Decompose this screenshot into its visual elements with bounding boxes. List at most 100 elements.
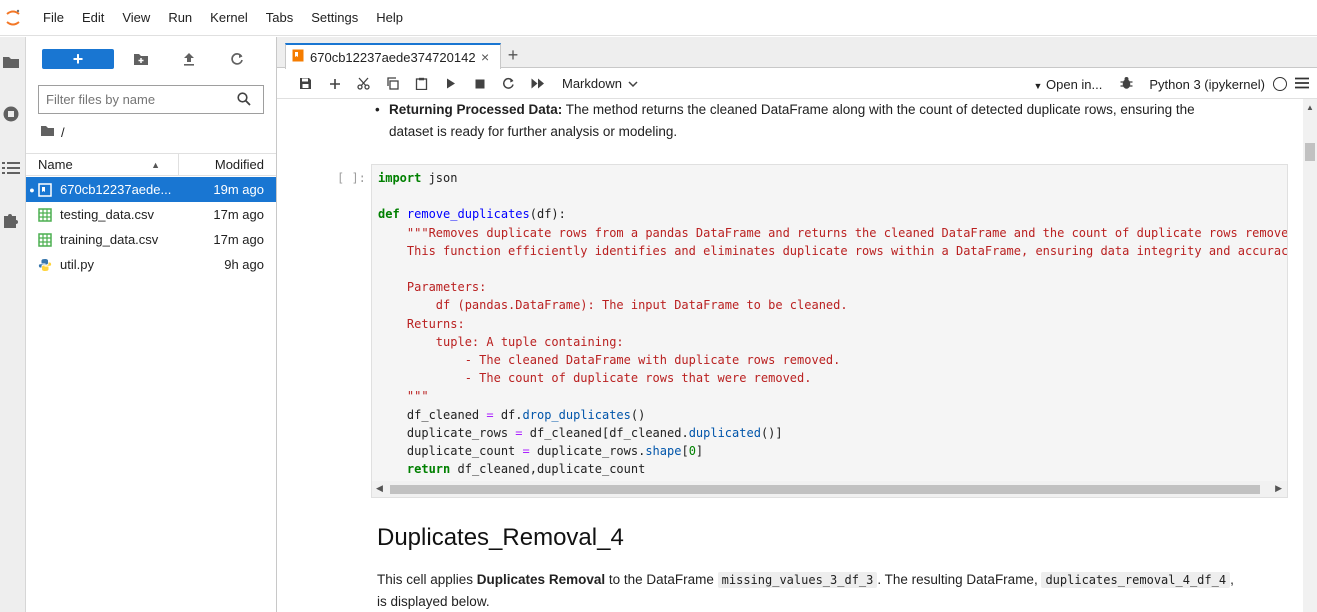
cut-icon[interactable] [349, 72, 378, 96]
python-icon [38, 258, 60, 272]
copy-icon[interactable] [378, 72, 407, 96]
run-icon[interactable] [436, 72, 465, 96]
file-list-header: Name ▲ Modified [26, 153, 276, 176]
new-tab-button[interactable]: + [501, 43, 525, 67]
notebook-icon [292, 49, 304, 65]
menu-view[interactable]: View [113, 0, 159, 36]
para-bold: Duplicates Removal [476, 572, 606, 587]
insert-cell-icon[interactable] [320, 72, 349, 96]
file-modified: 9h ago [224, 257, 264, 272]
upload-icon[interactable] [178, 49, 200, 69]
menu-settings[interactable]: Settings [302, 0, 367, 36]
file-modified: 17m ago [213, 232, 264, 247]
notebook-content: • Returning Processed Data: The method r… [277, 99, 1317, 612]
file-row[interactable]: util.py 9h ago [26, 252, 276, 277]
horizontal-scrollbar[interactable]: ◀ ▶ [372, 481, 1287, 497]
inline-code: duplicates_removal_4_df_4 [1041, 572, 1231, 588]
chevron-down-icon [628, 76, 638, 91]
notebook-icon [38, 182, 60, 197]
bullet-dot: • [375, 102, 380, 117]
scroll-up-icon[interactable]: ▲ [1306, 103, 1314, 112]
column-header-modified[interactable]: Modified [179, 157, 276, 172]
para-text: This cell applies [377, 572, 477, 587]
cell-type-label: Markdown [562, 76, 622, 91]
jupyter-logo-icon [0, 0, 26, 36]
menu-hamburger-icon[interactable] [1295, 77, 1309, 92]
cell-type-dropdown[interactable]: Markdown [562, 76, 638, 91]
scroll-left-icon[interactable]: ◀ [376, 483, 383, 494]
file-modified: 17m ago [213, 207, 264, 222]
column-header-name[interactable]: Name ▲ [26, 154, 179, 175]
new-launcher-button[interactable]: + [42, 49, 114, 69]
menu-kernel[interactable]: Kernel [201, 0, 257, 36]
tab-bar: 670cb12237aede374720142 × + [277, 37, 1317, 69]
file-row[interactable]: ● 670cb12237aede... 19m ago [26, 177, 276, 202]
refresh-icon[interactable] [226, 49, 248, 69]
sort-ascending-icon: ▲ [151, 160, 160, 170]
para-text: , [1230, 572, 1234, 587]
running-kernels-icon[interactable] [0, 103, 22, 125]
kernel-status-icon [1273, 77, 1287, 91]
save-icon[interactable] [291, 72, 320, 96]
menu-run[interactable]: Run [159, 0, 201, 36]
code-editor[interactable]: import json def remove_duplicates(df): "… [378, 169, 1287, 478]
file-name: testing_data.csv [60, 207, 154, 222]
file-filter-input[interactable] [46, 92, 226, 107]
file-row[interactable]: training_data.csv 17m ago [26, 227, 276, 252]
markdown-heading: Duplicates_Removal_4 [377, 524, 624, 551]
caret-down-icon: ▼ [1033, 80, 1043, 91]
menu-edit[interactable]: Edit [73, 0, 113, 36]
menu-tabs[interactable]: Tabs [257, 0, 302, 36]
search-icon [237, 92, 251, 109]
file-modified: 19m ago [213, 182, 264, 197]
extensions-puzzle-icon[interactable] [0, 209, 22, 231]
para-text: . The resulting DataFrame, [877, 572, 1042, 587]
paste-icon[interactable] [407, 72, 436, 96]
main-area: 670cb12237aede374720142 × + Markdown ▼ O… [277, 37, 1317, 612]
code-cell[interactable]: import json def remove_duplicates(df): "… [371, 164, 1288, 498]
menu-help[interactable]: Help [367, 0, 412, 36]
file-name: training_data.csv [60, 232, 159, 247]
spreadsheet-icon [38, 232, 60, 247]
file-name: 670cb12237aede... [60, 182, 172, 197]
spreadsheet-icon [38, 207, 60, 222]
debugger-bug-icon[interactable] [1120, 76, 1133, 93]
bullet-bold-text: Returning Processed Data: [389, 102, 563, 117]
para-text: is displayed below. [377, 594, 490, 609]
open-in-label: Open in... [1046, 76, 1103, 92]
new-folder-icon[interactable] [130, 49, 152, 69]
markdown-bullet: • Returning Processed Data: The method r… [375, 99, 1239, 143]
file-name: util.py [60, 257, 94, 272]
table-of-contents-icon[interactable] [0, 157, 22, 179]
column-name-label: Name [38, 157, 73, 172]
tab-close-icon[interactable]: × [481, 49, 489, 65]
cell-prompt: [ ]: [337, 171, 366, 185]
fast-forward-icon[interactable] [523, 72, 552, 96]
kernel-name[interactable]: Python 3 (ipykernel) [1149, 77, 1265, 92]
menu-bar: File Edit View Run Kernel Tabs Settings … [0, 0, 1317, 36]
running-dot-icon: ● [29, 184, 35, 195]
scroll-right-icon[interactable]: ▶ [1275, 483, 1282, 494]
inline-code: missing_values_3_df_3 [717, 572, 878, 588]
vertical-scrollbar[interactable]: ▲ [1303, 99, 1317, 612]
breadcrumb-root[interactable]: / [61, 125, 65, 140]
markdown-paragraph: This cell applies Duplicates Removal to … [377, 569, 1277, 612]
file-browser-panel: + / Name ▲ Modified ● 670cb122 [26, 37, 277, 612]
horizontal-scroll-thumb[interactable] [390, 485, 1260, 494]
breadcrumb[interactable]: / [40, 125, 65, 140]
vertical-scroll-thumb[interactable] [1305, 143, 1315, 161]
file-filter-field[interactable] [38, 85, 264, 114]
tab-notebook[interactable]: 670cb12237aede374720142 × [285, 43, 501, 69]
activity-bar [0, 37, 26, 612]
notebook-toolbar: Markdown ▼ Open in... Python 3 (ipykerne… [277, 69, 1317, 99]
tab-title: 670cb12237aede374720142 [310, 49, 475, 65]
folder-icon [40, 125, 55, 140]
file-row[interactable]: testing_data.csv 17m ago [26, 202, 276, 227]
interrupt-icon[interactable] [465, 72, 494, 96]
para-text: to the DataFrame [605, 572, 718, 587]
open-in-dropdown[interactable]: ▼ Open in... [1033, 77, 1102, 92]
menu-file[interactable]: File [34, 0, 73, 36]
toolbar-right: ▼ Open in... Python 3 (ipykernel) [1033, 69, 1317, 99]
folder-icon[interactable] [0, 51, 22, 73]
restart-icon[interactable] [494, 72, 523, 96]
